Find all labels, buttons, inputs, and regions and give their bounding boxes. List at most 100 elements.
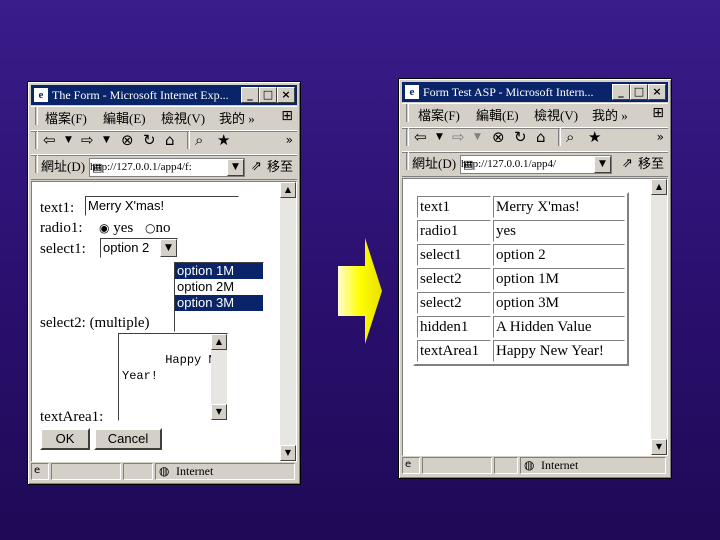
address-label: 網址(D) xyxy=(41,159,86,174)
text1-label: text1: xyxy=(40,200,75,216)
table-row: radio1 yes xyxy=(417,220,625,242)
close-button[interactable]: × xyxy=(648,84,666,100)
search-icon[interactable]: ⌕ xyxy=(566,128,574,146)
forward-icon[interactable]: ⇨ xyxy=(81,131,94,149)
ok-button[interactable]: OK xyxy=(40,428,90,450)
favorites-icon[interactable]: ★ xyxy=(588,128,601,146)
text1-input[interactable]: Merry X'mas! xyxy=(85,196,239,216)
table-row: select2 option 3M xyxy=(417,292,625,314)
stop-icon[interactable]: ⊗ xyxy=(492,128,505,146)
forward-icon[interactable]: ⇨ xyxy=(452,128,465,146)
table-row: select2 option 1M xyxy=(417,268,625,290)
menu-bar: 檔案(F) 編輯(E) 檢視(V) 我的 » ⊞ xyxy=(402,103,668,129)
page-content: ▲ ▼ text1 Merry X'mas! radio1 yes select1 opt… xyxy=(402,178,668,456)
go-button[interactable]: 移至 xyxy=(638,152,664,176)
radio-checked-icon: ◉ xyxy=(99,221,110,235)
radio-no[interactable]: ○no xyxy=(145,220,170,237)
go-button[interactable]: 移至 xyxy=(267,155,293,179)
radio-yes-label: yes xyxy=(113,220,134,236)
toolbar-grip xyxy=(35,107,38,125)
page-done-icon: e xyxy=(405,459,412,470)
stop-icon[interactable]: ⊗ xyxy=(121,131,134,149)
back-icon[interactable]: ⇦ xyxy=(414,128,427,146)
toolbar-grip xyxy=(406,104,409,122)
globe-icon: ◍ xyxy=(524,458,535,472)
textarea-scrollbar[interactable]: ▲ ▼ xyxy=(211,334,227,420)
field-value-cell: option 3M xyxy=(493,292,625,314)
home-icon[interactable]: ⌂ xyxy=(165,131,175,149)
select1-dropdown-icon[interactable]: ▼ xyxy=(160,239,177,257)
table-row: textArea1 Happy New Year! xyxy=(417,340,625,362)
back-dropdown-icon[interactable]: ▼ xyxy=(65,131,72,149)
right-title-bar[interactable]: e Form Test ASP - Microsoft Intern... _ … xyxy=(402,82,668,102)
scroll-up-icon[interactable]: ▲ xyxy=(651,179,667,195)
back-dropdown-icon[interactable]: ▼ xyxy=(436,128,443,146)
menu-file[interactable]: 檔案(F) xyxy=(418,104,460,128)
status-panel xyxy=(422,457,492,474)
address-dropdown-icon[interactable]: ▼ xyxy=(227,159,244,176)
field-value-cell: A Hidden Value xyxy=(493,316,625,338)
go-arrow-icon[interactable]: ⇗ xyxy=(622,155,633,173)
radio-no-label: no xyxy=(155,220,171,236)
field-value-cell: option 2 xyxy=(493,244,625,266)
table-row: hidden1 A Hidden Value xyxy=(417,316,625,338)
globe-icon: ◍ xyxy=(159,464,170,478)
minimize-button[interactable]: _ xyxy=(241,87,259,103)
select2-listbox[interactable]: option 1M option 2M option 3M xyxy=(174,262,264,332)
favorites-icon[interactable]: ★ xyxy=(217,131,230,149)
windows-logo-icon: ⊞ xyxy=(652,105,664,121)
menu-favorites[interactable]: 我的 » xyxy=(592,104,628,128)
status-panel xyxy=(51,463,121,480)
maximize-button[interactable]: □ xyxy=(630,84,648,100)
vertical-scrollbar[interactable]: ▲ ▼ xyxy=(280,182,296,461)
menu-file[interactable]: 檔案(F) xyxy=(45,107,87,131)
menu-edit[interactable]: 編輯(E) xyxy=(476,104,519,128)
address-dropdown-icon[interactable]: ▼ xyxy=(594,156,611,173)
status-panel xyxy=(123,463,153,480)
field-name-cell: radio1 xyxy=(417,220,491,242)
field-name-cell: text1 xyxy=(417,196,491,218)
textarea1[interactable]: Happy New Year! ▲ ▼ xyxy=(118,333,228,421)
go-arrow-icon[interactable]: ⇗ xyxy=(251,158,262,176)
textarea1-label: textArea1: xyxy=(40,409,104,425)
scroll-up-icon[interactable]: ▲ xyxy=(280,182,296,198)
scroll-down-icon[interactable]: ▼ xyxy=(211,404,227,420)
address-input[interactable]: ▤ http://127.0.0.1/app4/ ▼ xyxy=(460,155,612,174)
address-bar: 網址(D) ▤ http://127.0.0.1/app4/ ▼ ⇗ 移至 xyxy=(402,151,668,177)
menu-view[interactable]: 檢視(V) xyxy=(534,104,578,128)
select2-option[interactable]: option 2M xyxy=(175,279,263,295)
search-icon[interactable]: ⌕ xyxy=(195,131,203,149)
select1-dropdown[interactable]: option 2 ▼ xyxy=(100,238,178,258)
back-icon[interactable]: ⇦ xyxy=(43,131,56,149)
forward-dropdown-icon[interactable]: ▼ xyxy=(474,128,481,146)
minimize-button[interactable]: _ xyxy=(612,84,630,100)
scroll-down-icon[interactable]: ▼ xyxy=(651,439,667,455)
field-name-cell: select2 xyxy=(417,268,491,290)
scroll-up-icon[interactable]: ▲ xyxy=(211,334,227,350)
address-input[interactable]: ▤ http://127.0.0.1/app4/f: ▼ xyxy=(89,158,245,177)
more-chevron-icon[interactable]: » xyxy=(286,131,293,149)
menu-view[interactable]: 檢視(V) xyxy=(161,107,205,131)
menu-favorites[interactable]: 我的 » xyxy=(219,107,255,131)
refresh-icon[interactable]: ↻ xyxy=(514,128,527,146)
forward-dropdown-icon[interactable]: ▼ xyxy=(103,131,110,149)
menu-edit[interactable]: 編輯(E) xyxy=(103,107,146,131)
left-title-bar[interactable]: e The Form - Microsoft Internet Exp... _… xyxy=(31,85,297,105)
select1-value: option 2 xyxy=(103,240,150,255)
cancel-button[interactable]: Cancel xyxy=(94,428,162,450)
maximize-button[interactable]: □ xyxy=(259,87,277,103)
select2-option[interactable]: option 1M xyxy=(175,263,263,279)
home-icon[interactable]: ⌂ xyxy=(536,128,546,146)
more-chevron-icon[interactable]: » xyxy=(657,128,664,146)
refresh-icon[interactable]: ↻ xyxy=(143,131,156,149)
close-button[interactable]: × xyxy=(277,87,295,103)
radio-yes[interactable]: ◉ yes xyxy=(99,220,133,237)
menu-bar: 檔案(F) 編輯(E) 檢視(V) 我的 » ⊞ xyxy=(31,106,297,132)
page-done-icon: e xyxy=(34,465,41,476)
ie-icon: e xyxy=(34,88,48,102)
select2-option[interactable]: option 3M xyxy=(175,295,263,311)
scroll-down-icon[interactable]: ▼ xyxy=(280,445,296,461)
vertical-scrollbar[interactable]: ▲ ▼ xyxy=(651,179,667,455)
field-value-cell: Merry X'mas! xyxy=(493,196,625,218)
toolbar-grip xyxy=(35,155,38,173)
